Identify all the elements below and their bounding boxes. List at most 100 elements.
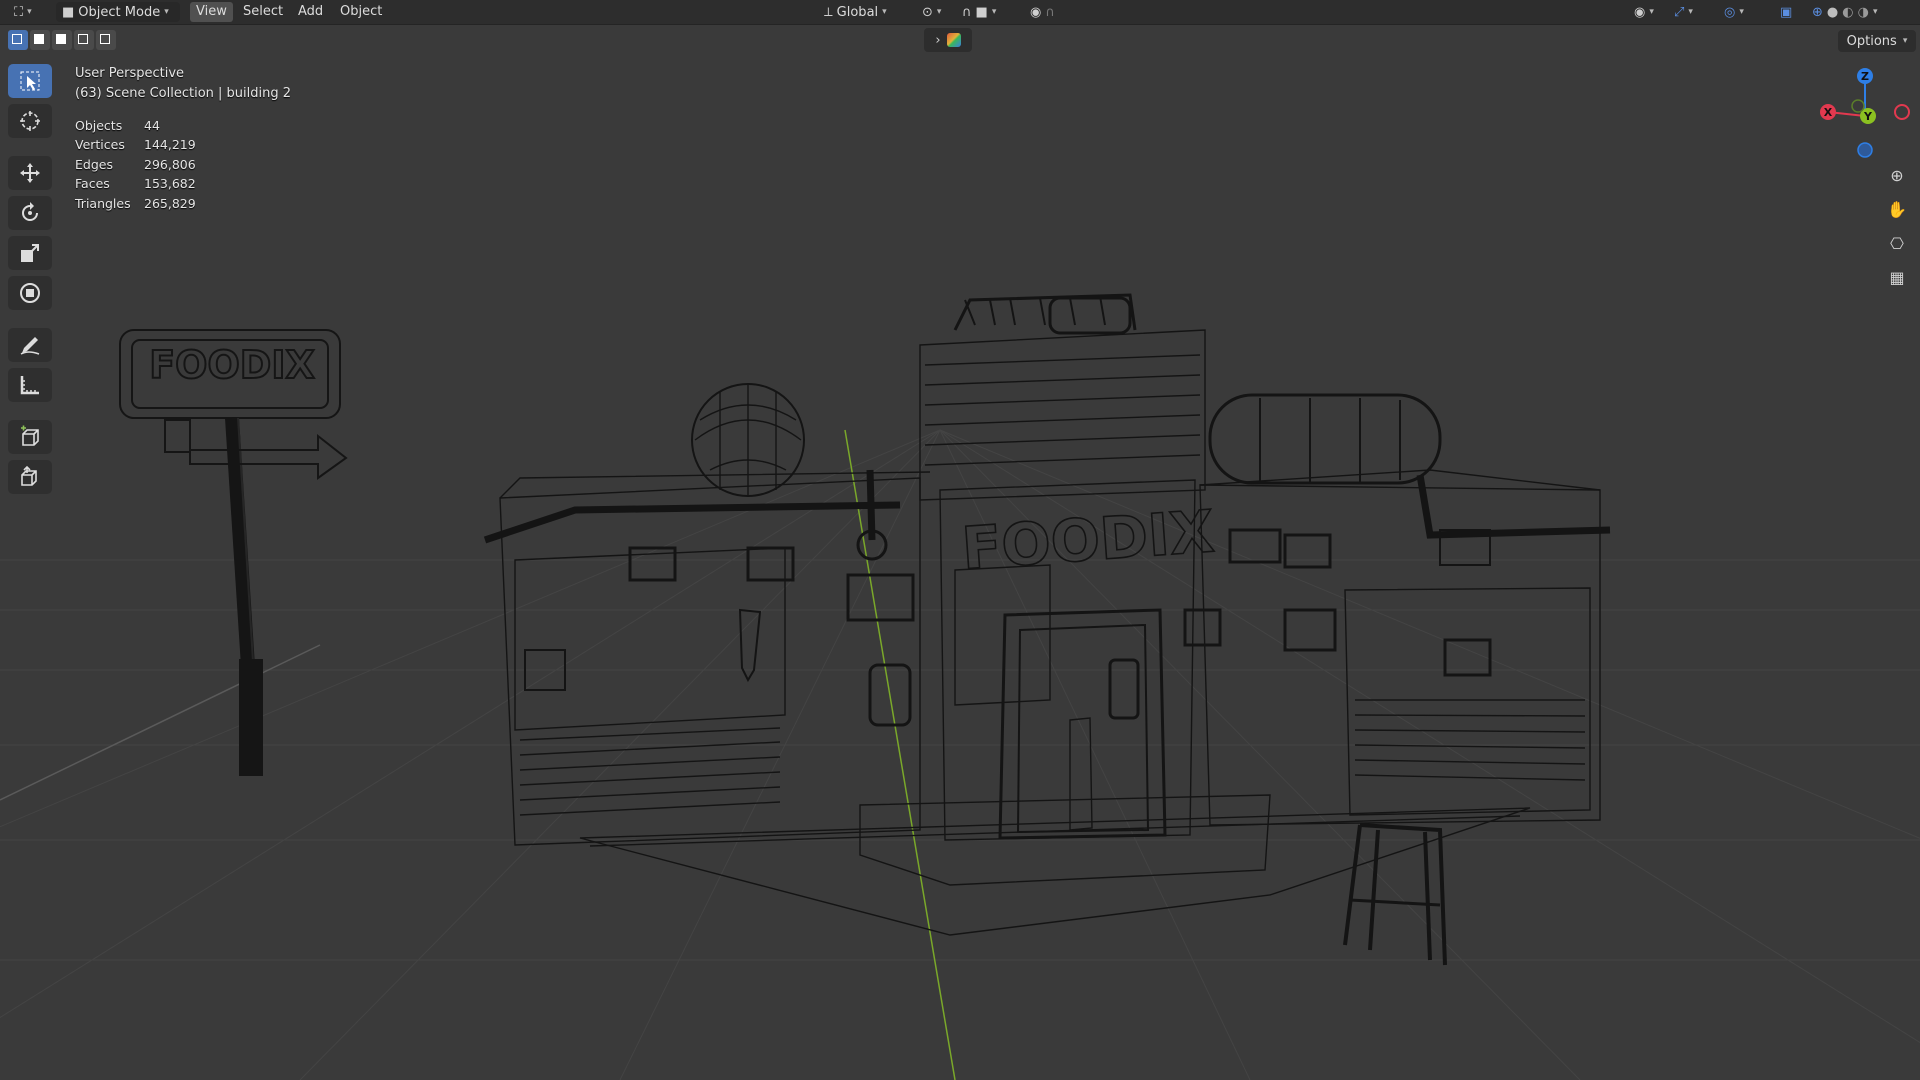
move-icon <box>20 163 40 183</box>
annotate-icon <box>20 337 40 355</box>
select-invert-icon <box>78 34 88 44</box>
zoom-icon: ⊕ <box>1890 165 1904 185</box>
header-collapse-pill[interactable]: › <box>924 28 972 52</box>
chevron-down-icon: ▾ <box>164 7 169 17</box>
transform-orientation-dropdown[interactable]: ⟂ Global ▾ <box>818 2 908 22</box>
tool-extrude[interactable] <box>8 460 52 494</box>
collection-info: (63) Scene Collection | building 2 <box>75 86 292 101</box>
sign-post-wireframe <box>119 329 348 776</box>
wireframe-shading-icon[interactable]: ⊕ <box>1812 5 1823 20</box>
tool-transform[interactable] <box>8 276 52 310</box>
stat-row: Vertices 144,219 <box>75 135 291 154</box>
tool-shelf <box>8 64 52 494</box>
shading-mode-group: ⊕ ● ◐ ◑ ▾ <box>1806 2 1916 22</box>
gizmo-neg-x-handle[interactable] <box>1894 104 1910 120</box>
stat-row: Objects 44 <box>75 116 291 135</box>
solid-shading-icon[interactable]: ● <box>1827 5 1838 20</box>
tool-cursor[interactable] <box>8 104 52 138</box>
scale-icon <box>21 244 39 262</box>
navigation-gizmo[interactable]: Z X Y <box>1810 64 1910 164</box>
chevron-down-icon: ▾ <box>882 7 887 17</box>
editor-type-button[interactable]: ⛶ ▾ <box>8 2 48 22</box>
tool-move[interactable] <box>8 156 52 190</box>
chevron-down-icon: ▾ <box>27 7 32 17</box>
camera-icon: ⎔ <box>1890 233 1904 253</box>
pivot-point-button[interactable]: ⊙ ▾ <box>916 2 950 22</box>
camera-view-button[interactable]: ⎔ <box>1882 228 1912 258</box>
perspective-toggle-button[interactable]: ▦ <box>1882 262 1912 292</box>
gizmo-neg-z-handle[interactable] <box>1851 99 1865 113</box>
proportional-editing-button[interactable]: ◉ ∩ <box>1024 2 1080 22</box>
selection-mode-strip <box>8 30 116 52</box>
orientation-icon: ⟂ <box>824 4 833 20</box>
viewport-info-overlay: User Perspective (63) Scene Collection |… <box>75 64 291 213</box>
hand-icon: ✋ <box>1887 199 1907 219</box>
select-invert-button[interactable] <box>74 30 94 50</box>
chevron-down-icon: ▾ <box>991 7 997 17</box>
menu-select[interactable]: Select <box>237 2 289 22</box>
mode-selector[interactable]: ■ Object Mode ▾ <box>56 2 180 22</box>
menu-view[interactable]: View <box>190 2 233 22</box>
stat-row: Faces 153,682 <box>75 174 291 193</box>
tool-add-cube[interactable] <box>8 420 52 454</box>
proportional-edit-icon: ◉ <box>1030 4 1042 20</box>
menu-object[interactable]: Object <box>334 2 388 22</box>
gizmo-icon: ⤢ <box>1674 4 1685 20</box>
tool-scale[interactable] <box>8 236 52 270</box>
building-wireframe: FOODIX <box>483 293 1611 966</box>
chevron-down-icon: ▾ <box>936 7 942 17</box>
stat-label: Triangles <box>75 195 131 211</box>
select-new-icon <box>12 34 22 44</box>
stat-value: 44 <box>144 118 160 133</box>
transform-orientation-label: Global <box>836 4 879 20</box>
scene-cube-icon <box>946 33 961 47</box>
stat-value: 296,806 <box>144 156 196 172</box>
rendered-shading-icon[interactable]: ◑ <box>1858 5 1869 20</box>
stat-value: 144,219 <box>144 137 196 153</box>
select-intersect-button[interactable] <box>96 30 116 50</box>
transform-icon <box>20 283 40 303</box>
pivot-icon: ⊙ <box>922 4 933 20</box>
options-dropdown[interactable]: Options ▾ <box>1838 30 1916 52</box>
falloff-icon: ∩ <box>1045 4 1055 20</box>
stat-label: Faces <box>75 176 110 192</box>
select-subtract-icon <box>56 34 66 44</box>
gizmo-toggle[interactable]: ⤢ ▾ <box>1668 2 1706 22</box>
snap-button[interactable]: ∩ ■ ▾ <box>956 2 1016 22</box>
tool-measure[interactable] <box>8 368 52 402</box>
rotate-icon <box>22 202 38 221</box>
select-extend-button[interactable] <box>30 30 50 50</box>
menu-add[interactable]: Add <box>292 2 329 22</box>
select-box-icon <box>20 71 40 91</box>
select-new-button[interactable] <box>8 30 28 50</box>
chevron-down-icon[interactable]: ▾ <box>1873 7 1878 17</box>
select-subtract-button[interactable] <box>52 30 72 50</box>
xray-icon: ▣ <box>1780 4 1793 20</box>
tool-select-box[interactable] <box>8 64 52 98</box>
overlays-toggle[interactable]: ◎ ▾ <box>1718 2 1760 22</box>
eye-icon: ◉ <box>1634 4 1646 20</box>
gizmo-neg-y-handle[interactable] <box>1857 142 1873 158</box>
building-sign-text: FOODIX <box>960 497 1217 582</box>
tool-rotate[interactable] <box>8 196 52 230</box>
pan-button[interactable]: ✋ <box>1882 194 1912 224</box>
viewport-header: ⛶ ▾ ■ Object Mode ▾ View Select Add Objec… <box>0 0 1920 25</box>
options-label: Options <box>1846 33 1897 49</box>
view-name: User Perspective <box>75 66 185 81</box>
xray-toggle[interactable]: ▣ <box>1774 2 1798 22</box>
chevron-down-icon: ▾ <box>1649 7 1654 17</box>
gizmo-x-label: X <box>1824 106 1833 119</box>
material-shading-icon[interactable]: ◐ <box>1842 5 1853 20</box>
tool-annotate[interactable] <box>8 328 52 362</box>
magnet-icon: ∩ <box>962 4 972 20</box>
visibility-button[interactable]: ◉ ▾ <box>1628 2 1662 22</box>
zoom-button[interactable]: ⊕ <box>1882 160 1912 190</box>
add-cube-icon <box>21 425 39 446</box>
scene-statistics: Objects 44 Vertices 144,219 Edges 296,806 F… <box>75 116 291 213</box>
stat-label: Edges <box>75 156 113 172</box>
overlays-icon: ◎ <box>1724 4 1736 20</box>
stat-label: Objects <box>75 118 123 133</box>
select-extend-icon <box>34 34 44 44</box>
sign-post-text: FOODIX <box>149 343 315 387</box>
chevron-right-icon: › <box>935 32 941 48</box>
